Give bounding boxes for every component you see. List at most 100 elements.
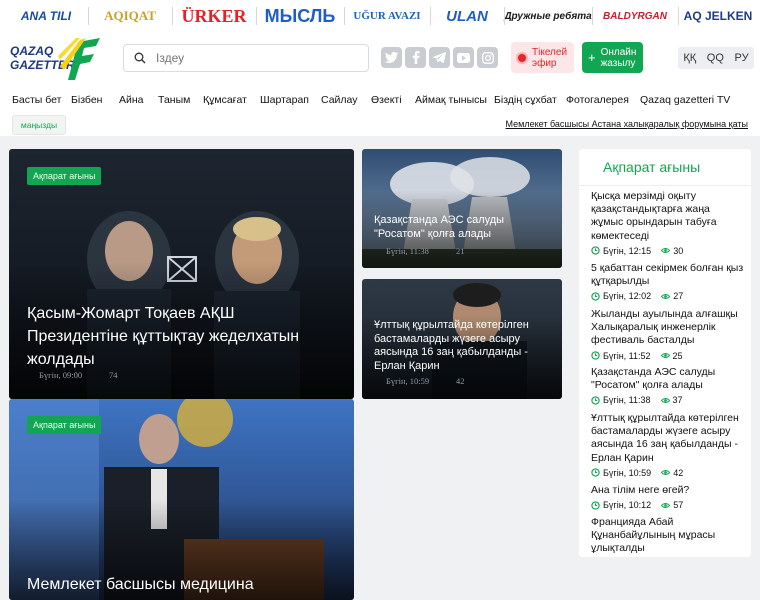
lang-option-ru[interactable]: РУ [735,52,749,64]
lang-option-qq[interactable]: QQ [707,52,724,64]
feed-item-time: Бүгін, 10:12 [603,500,652,511]
live-dot-icon [518,53,526,62]
nav-item-aina[interactable]: Айна [119,94,144,106]
category-badge[interactable]: Ақпарат ағыны [27,167,102,185]
news-feed-title: Ақпарат ағыны [603,159,701,175]
feed-item-time: Бүгін, 11:38 [603,395,651,406]
nav-item-kumsagat[interactable]: Құмсағат [203,94,247,106]
eye-icon [660,353,670,359]
feed-item-time: Бүгін, 11:52 [603,350,651,361]
featured-news-card[interactable]: Ақпарат ағыны Қасым-Жомарт Тоқаев АҚШ Пр… [9,149,354,399]
feed-item-views: 25 [672,350,683,361]
feed-item[interactable]: Қысқа мерзімді оқыту қазақстандықтарға ж… [591,190,745,256]
nav-item-ozekti[interactable]: Өзекті [371,94,402,106]
clock-icon [591,292,600,301]
category-badge[interactable]: Ақпарат ағыны [27,416,102,434]
eye-icon [661,293,671,299]
feed-item-time: Бүгін, 10:59 [603,467,652,478]
news-title-kurultai[interactable]: Ұлттық құрылтайда көтерілген бастамалард… [374,319,554,373]
site-header: QAZAQ GAZETTERI Тікелей эфир [0,32,760,84]
subscribe-label-line-2: жазылу [600,57,636,69]
nav-item-about[interactable]: Бізбен [71,94,102,106]
feed-item[interactable]: Ана тілім неге өгей? Бүгін, 10:12 57 [591,484,745,510]
feed-item-title[interactable]: Жыланды ауылында алғашқы Халықаралық инж… [591,308,745,348]
instagram-icon[interactable] [477,47,498,68]
partner-logo-ugur-avazi[interactable]: UĞUR AVAZI [344,0,430,32]
clock-icon [591,501,600,510]
ticker-label: маңызды [12,115,66,135]
news-views-kurultai: 42 [456,376,465,386]
partner-logo-ulan[interactable]: ULAN [430,0,504,32]
nav-item-suhbat[interactable]: Біздің сұхбат [494,94,557,106]
nav-item-photogallery[interactable]: Фотогалерея [566,94,629,106]
partner-logo-ana-tili[interactable]: ANA TILI [4,0,88,32]
news-card-kurultai[interactable]: Ұлттық құрылтайда көтерілген бастамалард… [362,279,562,399]
feed-item-title[interactable]: 5 қабаттан секірмек болған қыз құтқарылд… [591,262,745,288]
partner-logo-aqiqat[interactable]: AQIQAT [88,0,172,32]
nav-item-home[interactable]: Басты бет [12,94,61,106]
lang-option-kk[interactable]: ҚҚ [683,52,696,64]
subscribe-label-line-1: Онлайн [600,46,637,58]
online-subscribe-button[interactable]: + Онлайн жазылу [582,42,643,73]
feed-item-views: 37 [672,395,683,406]
feed-item-title[interactable]: Францияда Абай Құнанбайұлының мұрасы ұлы… [591,516,745,556]
news-feed-sidebar: Ақпарат ағыны Қысқа мерзімді оқыту қазақ… [579,149,751,557]
feed-item-title[interactable]: Қазақстанда АЭС салуды "Росатом" қолға а… [591,366,745,392]
ticker-headline-link[interactable]: Мемлекет басшысы Астана халықаралық фору… [506,119,748,129]
search-icon [134,52,146,64]
feed-item-views: 30 [673,245,684,256]
clock-icon [591,468,600,477]
feed-item[interactable]: 5 қабаттан секірмек болған қыз құтқарылд… [591,262,745,301]
clock-icon [591,246,600,255]
search-box[interactable] [123,44,369,72]
feed-item[interactable]: Ұлттық құрылтайда көтерілген бастамалард… [591,412,745,478]
nav-item-sailau[interactable]: Сайлау [321,94,358,106]
partner-logos-bar: ANA TILI AQIQAT ÜRKER МЫСЛЬ UĞUR AVAZI U… [0,0,760,32]
eye-icon [661,470,671,476]
partner-logo-aq-jelken[interactable]: AQ JELKEN [678,0,758,32]
site-logo[interactable]: QAZAQ GAZETTERI [10,36,100,82]
eye-icon [660,397,670,403]
partner-logo-druzhnye-rebyata[interactable]: Дружные ребята [504,0,592,32]
news-views-aes: 21 [456,246,465,256]
news-time-aes: Бүгін, 11:38 [386,246,429,256]
logo-emblem-icon [58,38,100,80]
featured-news-time: Бүгін, 09:00 [39,370,83,380]
live-stream-button[interactable]: Тікелей эфир [511,42,574,73]
news-time-kurultai: Бүгін, 10:59 [386,376,430,386]
feed-item[interactable]: Францияда Абай Құнанбайұлының мұрасы ұлы… [591,516,745,556]
second-news-title[interactable]: Мемлекет басшысы медицина [27,573,327,596]
feed-item-time: Бүгін, 12:02 [603,291,652,302]
partner-logo-urker[interactable]: ÜRKER [172,0,256,32]
search-input[interactable] [156,51,346,65]
eye-icon [661,502,671,508]
feed-item-time: Бүгін, 12:15 [603,245,652,256]
featured-news-title[interactable]: Қасым-Жомарт Тоқаев АҚШ Президентіне құт… [27,302,327,371]
news-title-aes[interactable]: Қазақстанда АЭС салуды "Росатом" қолға а… [374,213,554,241]
nav-item-aimak[interactable]: Аймақ тынысы [415,94,487,106]
facebook-icon[interactable] [405,47,426,68]
clock-icon [591,351,600,360]
partner-logo-mysl[interactable]: МЫСЛЬ [256,0,344,32]
feed-item-views: 27 [673,291,684,302]
eye-icon [661,248,671,254]
feed-item-views: 42 [673,467,684,478]
second-news-card[interactable]: Ақпарат ағыны Мемлекет басшысы медицина [9,399,354,600]
nav-item-tv[interactable]: Qazaq gazetteri TV [640,94,730,106]
telegram-icon[interactable] [429,47,450,68]
feed-item-title[interactable]: Қысқа мерзімді оқыту қазақстандықтарға ж… [591,190,745,243]
feed-item[interactable]: Жыланды ауылында алғашқы Халықаралық инж… [591,308,745,361]
feed-item[interactable]: Қазақстанда АЭС салуды "Росатом" қолға а… [591,366,745,405]
feed-item-title[interactable]: Ұлттық құрылтайда көтерілген бастамалард… [591,412,745,465]
featured-news-views: 74 [109,370,118,380]
news-card-aes[interactable]: Қазақстанда АЭС салуды "Росатом" қолға а… [362,149,562,268]
language-switcher: ҚҚ QQ РУ [678,47,754,69]
main-navigation: Басты бет Бізбен Айна Таным Құмсағат Шар… [0,84,760,114]
plus-icon: + [588,50,596,65]
feed-item-title[interactable]: Ана тілім неге өгей? [591,484,745,497]
twitter-icon[interactable] [381,47,402,68]
partner-logo-baldyrgan[interactable]: BALDYRGAN [592,0,678,32]
nav-item-shartarap[interactable]: Шартарап [260,94,309,106]
nav-item-tanym[interactable]: Таным [158,94,190,106]
youtube-icon[interactable] [453,47,474,68]
